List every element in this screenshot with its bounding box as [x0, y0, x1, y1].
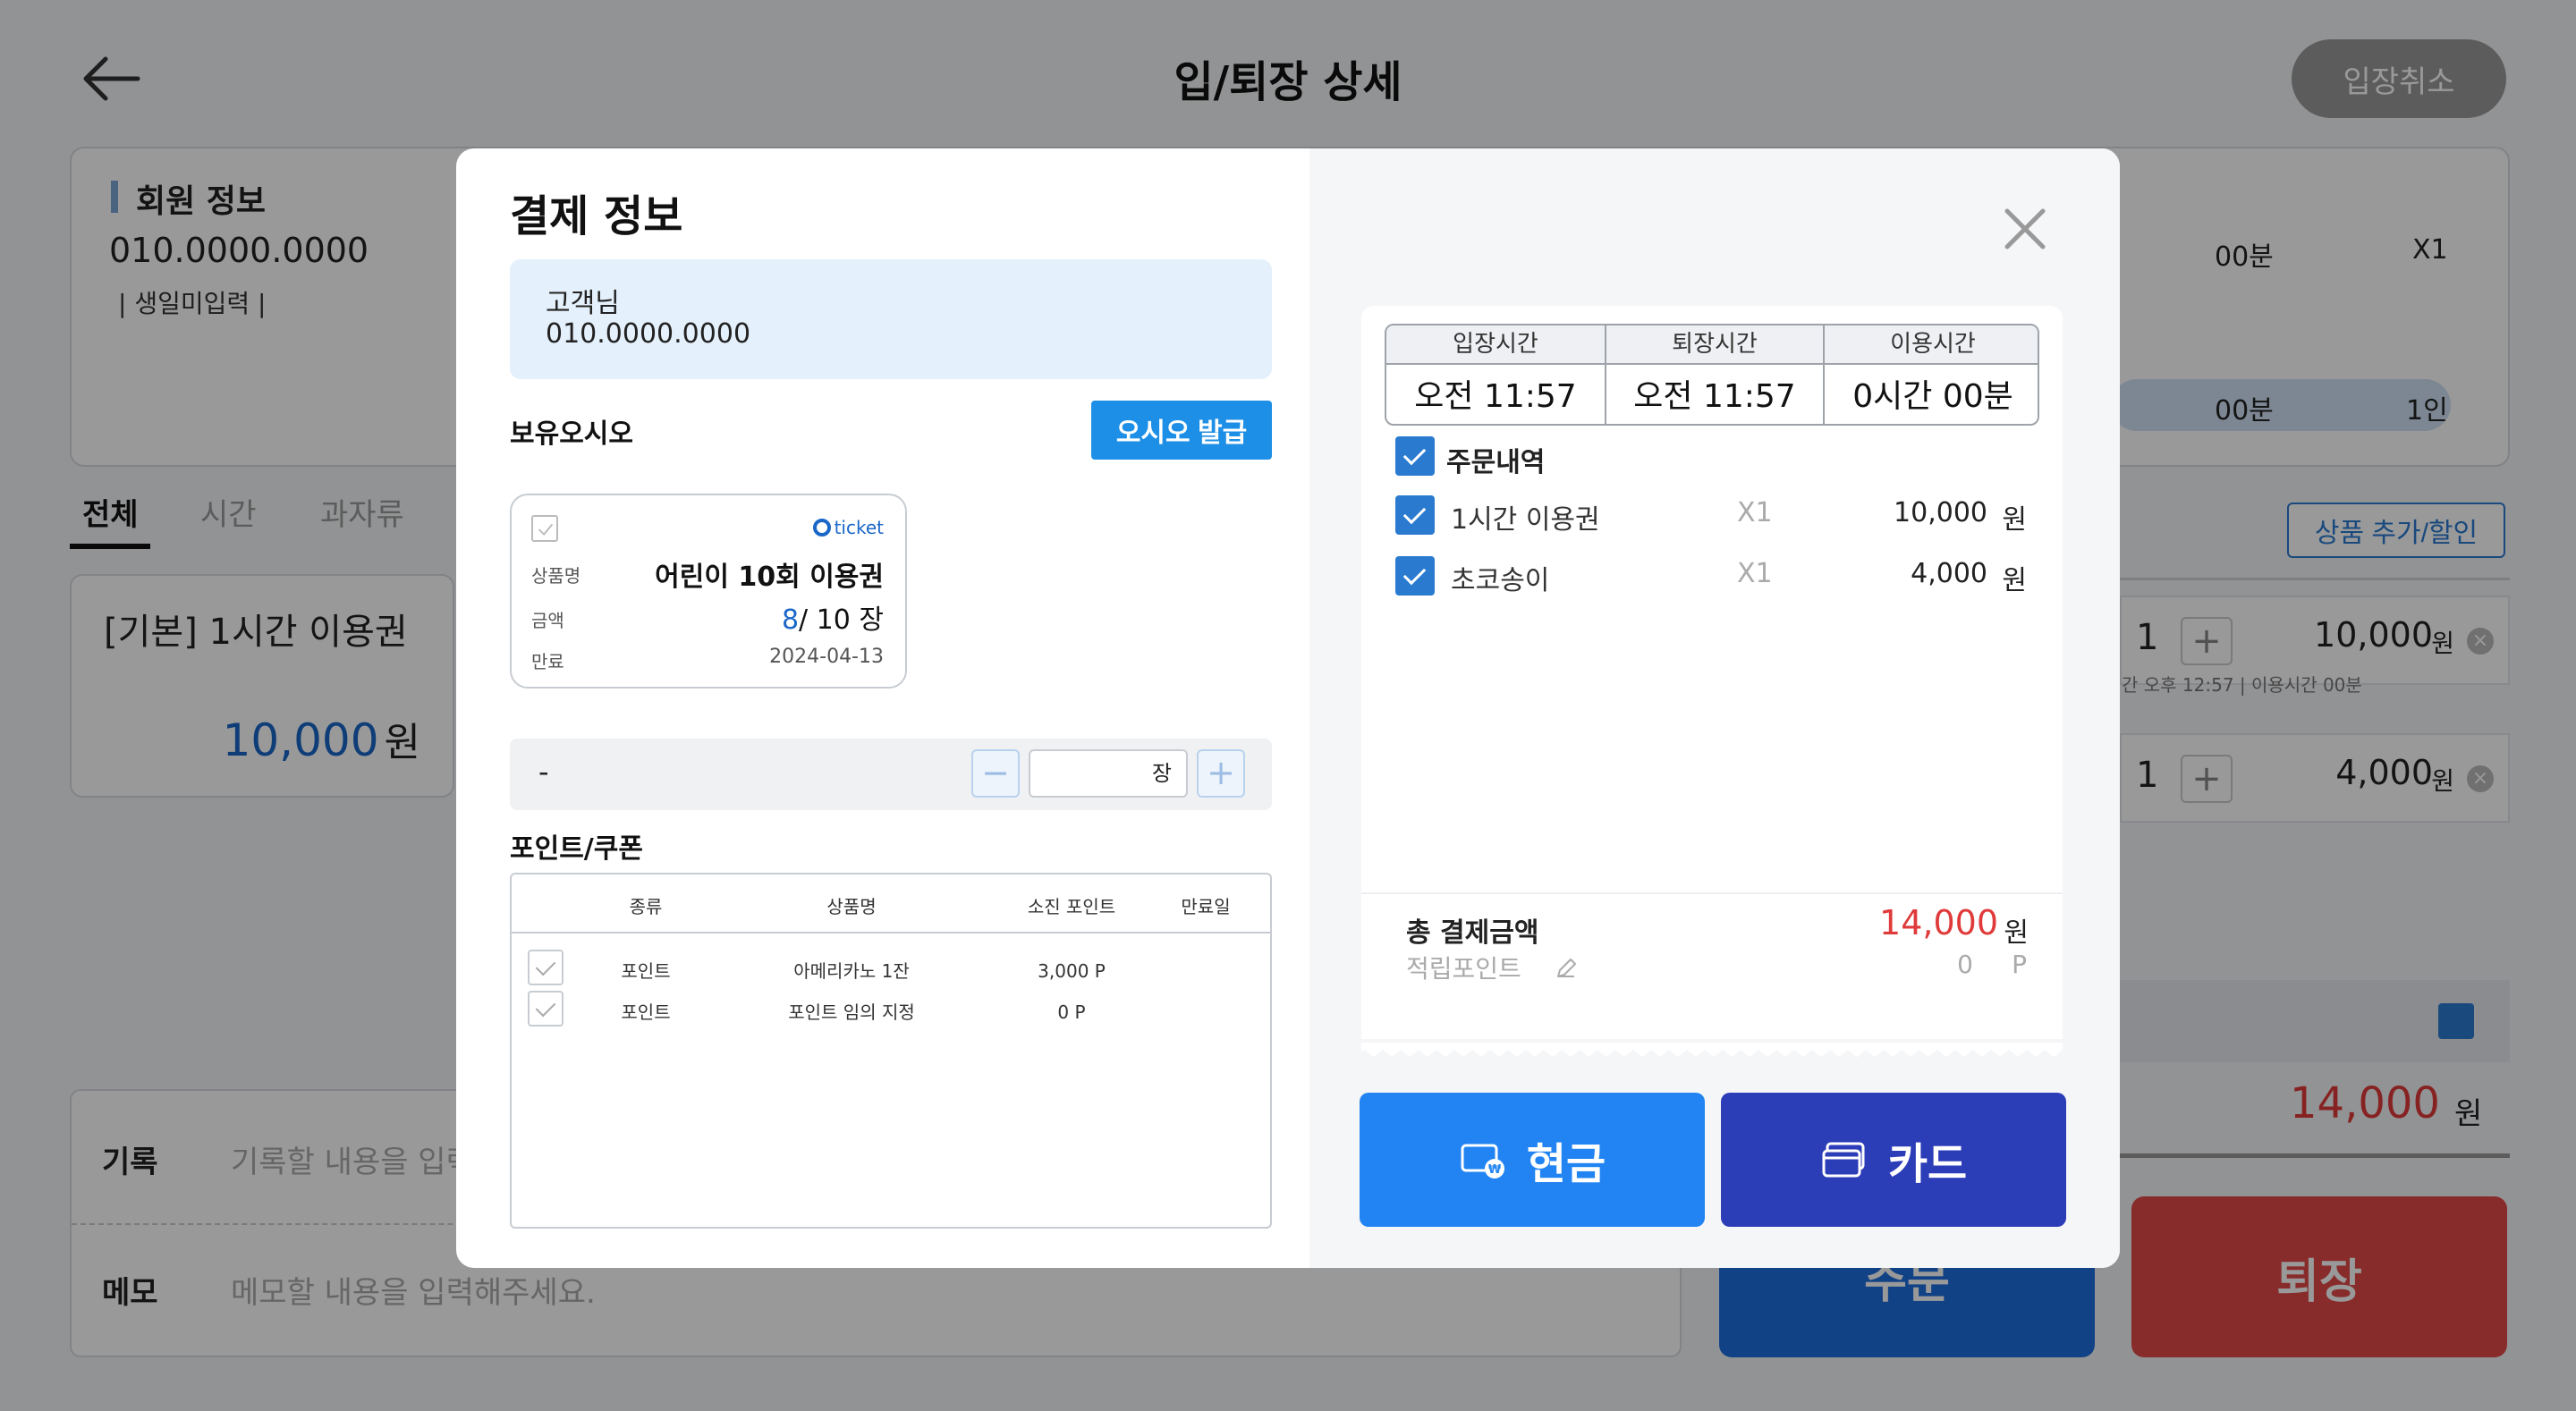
- quantity-bar: - − 장 +: [510, 739, 1272, 810]
- row-checkbox[interactable]: [528, 991, 564, 1027]
- ticket-expiry-label: 만료: [531, 651, 564, 672]
- ticket-name-label: 상품명: [531, 565, 581, 587]
- quantity-selected: -: [538, 755, 549, 789]
- ticket-name: 어린이 10회 이용권: [655, 562, 884, 593]
- svg-text:₩: ₩: [1488, 1163, 1502, 1177]
- ticket-amount-label: 금액: [531, 610, 564, 631]
- ticket-count: 8/ 10 장: [782, 597, 884, 637]
- ticket-checkbox[interactable]: [531, 515, 558, 542]
- earned-points-value: 0: [1957, 950, 1973, 979]
- points-table: 종류 상품명 소진 포인트 만료일 포인트 아메리카노 1잔 3,000 P 포…: [510, 873, 1272, 1229]
- total-payment-value: 14,000: [1879, 903, 1998, 942]
- ticket-expiry: 2024-04-13: [769, 646, 884, 668]
- qty-plus-button[interactable]: +: [1197, 749, 1245, 798]
- ticket-total: / 10 장: [799, 604, 884, 636]
- customer-name: 고객님: [546, 288, 620, 319]
- card-label: 카드: [1887, 1141, 1968, 1188]
- points-coupon-label: 포인트/쿠폰: [510, 833, 643, 865]
- row-checkbox[interactable]: [528, 950, 564, 985]
- logo-text: ticket: [834, 517, 884, 538]
- quantity-input[interactable]: 장: [1029, 749, 1188, 798]
- credit-card-icon: [1822, 1142, 1865, 1178]
- col-expiry: 만료일: [1181, 896, 1231, 917]
- ticket-card[interactable]: ticket 상품명 어린이 10회 이용권 금액 8/ 10 장 만료 202…: [510, 494, 907, 689]
- cash-payment-button[interactable]: ₩ 현금: [1360, 1093, 1705, 1227]
- cash-label: 현금: [1526, 1141, 1606, 1188]
- row-product: 포인트 임의 지정: [788, 1001, 915, 1023]
- card-payment-button[interactable]: 카드: [1721, 1093, 2066, 1227]
- total-separator: [1361, 892, 2063, 894]
- modal-title: 결제 정보: [510, 191, 683, 241]
- cash-icon: ₩: [1461, 1144, 1504, 1179]
- pencil-icon[interactable]: [1553, 955, 1580, 982]
- row-type: 포인트: [621, 960, 671, 982]
- col-product: 상품명: [826, 896, 877, 917]
- row-points: 3,000 P: [1038, 960, 1106, 982]
- total-payment-unit: 원: [2004, 917, 2029, 949]
- row-points: 0 P: [1057, 1001, 1086, 1023]
- receipt-zigzag-edge: [1361, 1043, 2063, 1057]
- check-icon: [538, 523, 554, 536]
- issue-button[interactable]: 오시오 발급: [1091, 401, 1272, 460]
- col-type: 종류: [629, 896, 663, 917]
- customer-box: 고객님 010.0000.0000: [510, 259, 1272, 379]
- row-product: 아메리카노 1잔: [793, 960, 910, 982]
- ticket-logo: ticket: [812, 517, 884, 538]
- owned-label: 보유오시오: [510, 418, 633, 450]
- ticket-remaining: 8: [781, 604, 800, 636]
- row-type: 포인트: [621, 1001, 671, 1023]
- qty-minus-button[interactable]: −: [971, 749, 1020, 798]
- col-points: 소진 포인트: [1027, 896, 1116, 917]
- logo-o-icon: [812, 519, 831, 537]
- total-payment-label: 총 결제금액: [1406, 917, 1539, 949]
- table-row[interactable]: 포인트 포인트 임의 지정 0 P: [512, 987, 1270, 1027]
- table-row[interactable]: 포인트 아메리카노 1잔 3,000 P: [512, 946, 1270, 985]
- customer-phone: 010.0000.0000: [546, 318, 751, 350]
- points-table-header: 종류 상품명 소진 포인트 만료일: [512, 874, 1270, 934]
- payment-modal: 결제 정보 고객님 010.0000.0000 보유오시오 오시오 발급 tic…: [456, 148, 2120, 1268]
- earned-points-label: 적립포인트: [1406, 954, 1521, 984]
- earned-points-unit: P: [2012, 950, 2027, 979]
